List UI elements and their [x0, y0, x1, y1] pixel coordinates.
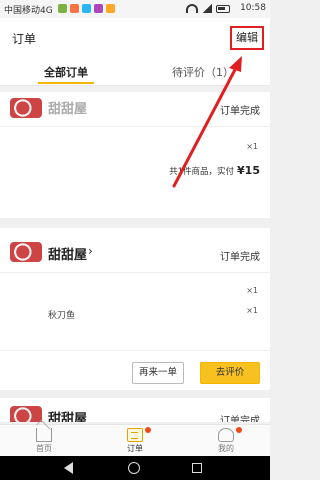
order-price: ¥15 — [237, 164, 260, 177]
shop-logo — [10, 98, 42, 118]
nav-home[interactable]: 首页 — [14, 425, 74, 457]
back-icon[interactable] — [64, 462, 73, 474]
review-button[interactable]: 去评价 — [200, 362, 260, 384]
chevron-right-icon[interactable]: › — [88, 244, 93, 258]
home-button-icon[interactable] — [128, 462, 140, 474]
shop-logo — [10, 406, 42, 422]
nav-label: 首页 — [36, 444, 52, 453]
app-notification-icon — [106, 4, 115, 13]
nav-orders[interactable]: 订单 — [105, 425, 165, 457]
order-status: 订单完成 — [220, 252, 260, 263]
app-header: 订单 编辑 — [0, 18, 270, 56]
divider — [0, 350, 270, 351]
carrier-label: 中国移动4G — [4, 6, 53, 16]
home-icon — [36, 428, 52, 442]
divider — [0, 126, 270, 127]
system-icons — [186, 4, 230, 13]
notification-icons — [58, 4, 115, 13]
order-summary: 共1件商品，实付 ¥15 — [169, 164, 260, 177]
tab-all-orders[interactable]: 全部订单 — [38, 64, 94, 84]
divider — [0, 272, 270, 273]
shop-name[interactable]: 甜甜屋 — [48, 244, 87, 263]
nav-profile[interactable]: 我的 — [196, 425, 256, 457]
summary-text: 共1件商品，实付 — [169, 167, 235, 177]
reorder-button[interactable]: 再来一单 — [132, 362, 184, 384]
nav-label: 我的 — [218, 444, 234, 453]
order-card[interactable]: 甜甜屋 订单完成 ×1 共1件商品，实付 ¥15 — [0, 92, 270, 218]
bottom-navigation: 首页 订单 我的 — [0, 424, 270, 456]
shop-logo — [10, 242, 42, 262]
order-card[interactable]: 甜甜屋 订单完成 — [0, 398, 270, 422]
edit-button[interactable]: 编辑 — [230, 26, 264, 50]
item-quantity: ×1 — [246, 142, 258, 151]
item-quantity: ×1 — [246, 286, 258, 295]
wifi-icon — [186, 4, 198, 13]
order-icon — [127, 428, 143, 442]
recent-apps-icon[interactable] — [192, 463, 202, 473]
clock: 10:58 — [240, 3, 266, 13]
tab-pending-review[interactable]: 待评价（1） — [172, 64, 234, 80]
app-notification-icon — [70, 4, 79, 13]
order-status: 订单完成 — [220, 416, 260, 422]
status-bar: 中国移动4G 10:58 — [0, 0, 270, 18]
order-status: 订单完成 — [220, 106, 260, 117]
notification-badge — [236, 427, 242, 433]
app-notification-icon — [58, 4, 67, 13]
profile-icon — [218, 428, 234, 442]
shop-name[interactable]: 甜甜屋 — [48, 408, 87, 422]
order-card[interactable]: 甜甜屋 › 订单完成 ×1 ×1 秋刀鱼 再来一单 去评价 — [0, 228, 270, 390]
order-tabs: 全部订单 待评价（1） — [0, 56, 270, 86]
signal-icon — [202, 4, 212, 13]
app-notification-icon — [82, 4, 91, 13]
app-notification-icon — [94, 4, 103, 13]
item-name: 秋刀鱼 — [48, 311, 76, 321]
shop-name[interactable]: 甜甜屋 — [48, 98, 87, 117]
battery-icon — [216, 4, 230, 13]
item-quantity: ×1 — [246, 306, 258, 315]
system-nav-bar — [0, 456, 270, 480]
notification-badge — [145, 427, 151, 433]
nav-label: 订单 — [127, 444, 143, 453]
page-title: 订单 — [12, 32, 37, 46]
